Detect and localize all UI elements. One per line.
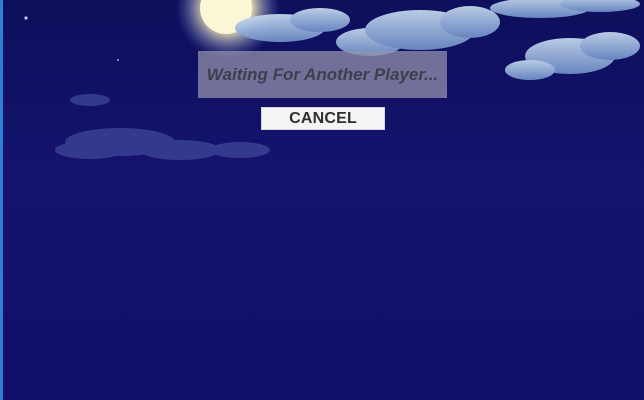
cancel-button[interactable]: CANCEL — [261, 107, 385, 130]
star — [117, 59, 119, 61]
lower-clouds — [55, 94, 270, 160]
game-screen: Waiting For Another Player... CANCEL — [0, 0, 644, 400]
waiting-status-box: Waiting For Another Player... — [198, 51, 447, 98]
window-left-edge — [0, 0, 3, 400]
star — [24, 16, 28, 20]
waiting-status-text: Waiting For Another Player... — [206, 64, 439, 84]
cancel-button-label: CANCEL — [289, 109, 357, 127]
